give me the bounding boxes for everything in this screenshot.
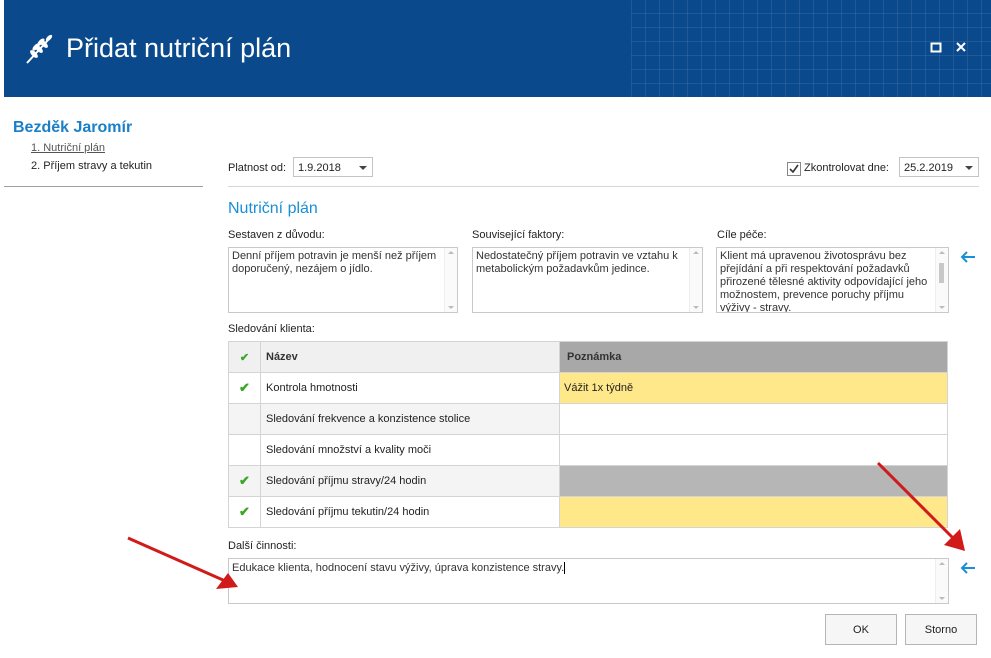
other-textarea[interactable]: Edukace klienta, hodnocení stavu výživy,… [228,558,949,604]
scroll-thumb[interactable] [939,263,944,283]
scroll-down-icon [939,597,945,600]
sidebar-item-nutrition-plan[interactable]: 1. Nutriční plán [31,142,105,154]
checkmark-icon [789,164,799,174]
row-check-icon[interactable]: ✔ [228,372,261,404]
factors-label: Související faktory: [472,229,565,241]
window-header: Přidat nutriční plán [4,0,991,97]
window-title: Přidat nutriční plán [66,33,292,63]
form-divider [228,186,979,187]
row-check-icon[interactable]: ✔ [228,496,261,528]
other-scrollbar[interactable] [935,559,948,603]
table-row[interactable]: ✔ Sledování příjmu tekutin/24 hodin [228,496,948,528]
cancel-button[interactable]: Storno [905,614,977,645]
valid-from-label: Platnost od: [228,162,287,174]
client-name: Bezděk Jaromír [13,119,133,136]
scroll-up-icon [693,251,699,254]
row-name: Sledování množství a kvality moči [260,434,560,466]
row-name: Kontrola hmotnosti [260,372,560,404]
row-name: Sledování příjmu tekutin/24 hodin [260,496,560,528]
column-header-name[interactable]: Název [260,341,560,373]
other-text: Edukace klienta, hodnocení stavu výživy,… [232,562,565,574]
row-name: Sledování frekvence a konzistence stolic… [260,403,560,435]
row-check-icon[interactable]: ✔ [228,465,261,497]
monitoring-table: ✔ Název Poznámka ✔ Kontrola hmotnosti Vá… [228,341,948,528]
arrow-left-icon[interactable] [960,250,976,267]
valid-from-select[interactable]: 1.9.2018 [293,157,373,177]
check-icon[interactable]: ✔ [228,341,261,373]
row-note[interactable] [559,403,948,435]
factors-text: Nedostatečný příjem potravin ve vztahu k… [476,250,678,275]
goals-label: Cíle péče: [717,229,767,241]
sidebar-divider [4,186,203,187]
chevron-down-icon [965,166,973,170]
section-title: Nutriční plán [228,200,318,217]
scroll-down-icon [448,306,454,309]
factors-textarea[interactable]: Nedostatečný příjem potravin ve vztahu k… [472,247,703,313]
scroll-up-icon [939,562,945,565]
factors-scrollbar[interactable] [689,248,702,312]
annotation-arrow-icon [876,461,965,551]
annotation-arrow-icon [127,536,238,589]
scroll-up-icon [939,251,945,254]
column-header-note[interactable]: Poznámka [559,341,948,373]
wheat-icon [26,34,53,64]
table-row[interactable]: Sledování množství a kvality moči [228,434,948,466]
close-icon[interactable] [953,41,969,57]
sidebar-item-food-intake[interactable]: 2. Příjem stravy a tekutin [31,160,152,172]
monitoring-label: Sledování klienta: [228,323,315,335]
row-note[interactable]: Vážit 1x týdně [559,372,948,404]
table-row[interactable]: Sledování frekvence a konzistence stolic… [228,403,948,435]
scroll-up-icon [448,251,454,254]
table-header-row: ✔ Název Poznámka [228,341,948,373]
reason-label: Sestaven z důvodu: [228,229,325,241]
text-cursor [564,562,566,575]
row-check-cell[interactable] [228,403,261,435]
chevron-down-icon [359,166,367,170]
goals-textarea[interactable]: Klient má upravenou životosprávu bez pře… [716,247,949,313]
arrow-left-icon[interactable] [960,561,976,578]
maximize-icon[interactable] [928,41,944,57]
check-date-label: Zkontrolovat dne: [804,162,889,174]
check-date-checkbox[interactable] [787,162,801,176]
scroll-down-icon [939,306,945,309]
check-date-value: 25.2.2019 [904,162,953,174]
row-check-cell[interactable] [228,434,261,466]
table-row[interactable]: ✔ Sledování příjmu stravy/24 hodin [228,465,948,497]
reason-text: Denní příjem potravin je menší než příje… [232,250,437,275]
table-row[interactable]: ✔ Kontrola hmotnosti Vážit 1x týdně [228,372,948,404]
check-date-select[interactable]: 25.2.2019 [899,157,979,177]
ok-button[interactable]: OK [825,614,897,645]
reason-scrollbar[interactable] [444,248,457,312]
reason-textarea[interactable]: Denní příjem potravin je menší než příje… [228,247,458,313]
goals-scrollbar[interactable] [935,248,948,312]
scroll-down-icon [693,306,699,309]
row-name: Sledování příjmu stravy/24 hodin [260,465,560,497]
goals-text: Klient má upravenou životosprávu bez pře… [720,250,928,313]
valid-from-value: 1.9.2018 [298,162,341,174]
